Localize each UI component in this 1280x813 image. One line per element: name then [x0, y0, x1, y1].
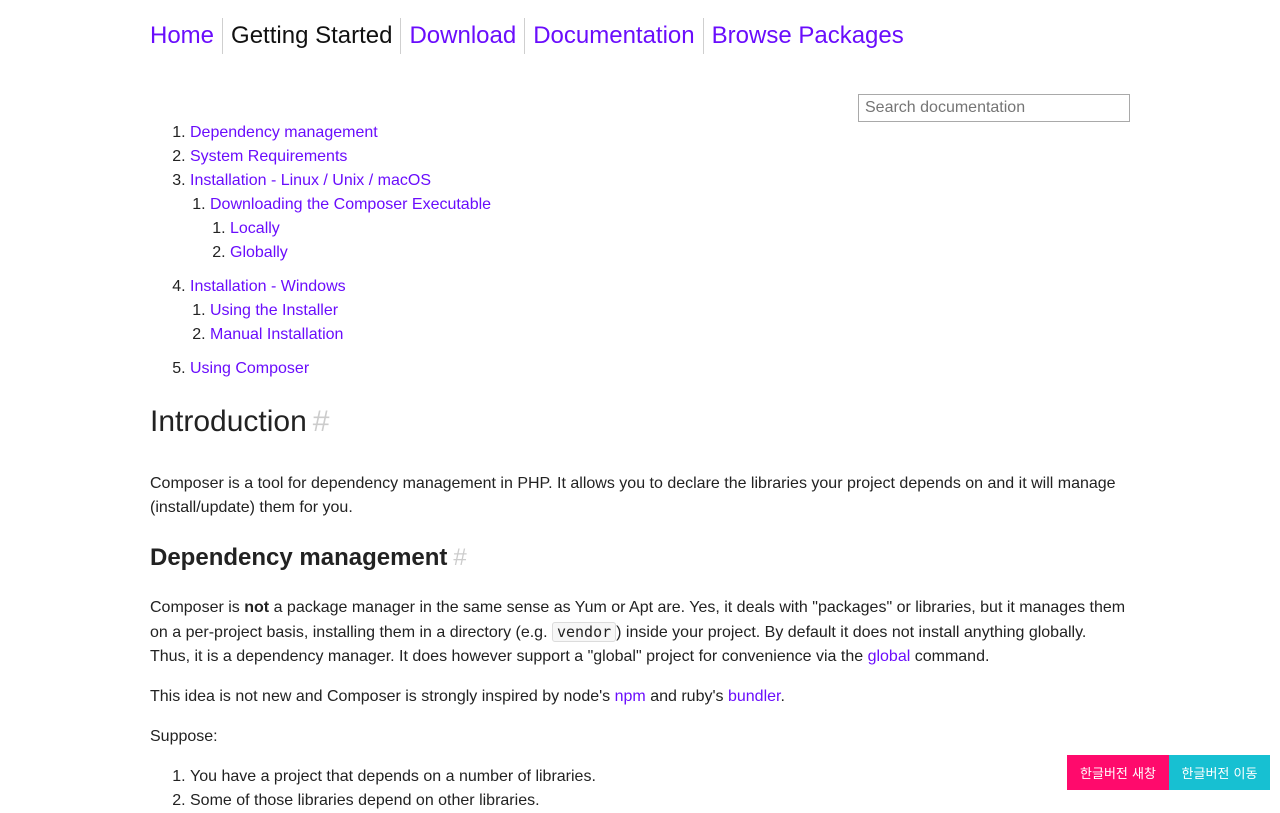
- toc-link-dependency-management[interactable]: Dependency management: [190, 124, 378, 141]
- list-item: You have a project that depends on a num…: [190, 765, 1130, 789]
- introduction-heading: Introduction #: [150, 400, 1130, 444]
- text-run: Composer is: [150, 599, 245, 616]
- toc-item: Using Composer: [190, 357, 830, 381]
- nav-getting-started[interactable]: Getting Started: [222, 18, 400, 54]
- intro-paragraph: Composer is a tool for dependency manage…: [150, 475, 1116, 516]
- bold-not: not: [244, 599, 270, 616]
- toc-item: Manual Installation: [210, 323, 830, 347]
- toc-item: Dependency management: [190, 121, 830, 145]
- toc-link-locally[interactable]: Locally: [230, 220, 280, 237]
- toc-list: Dependency management System Requirement…: [150, 121, 830, 381]
- toc-link-system-requirements[interactable]: System Requirements: [190, 148, 347, 165]
- nav-home[interactable]: Home: [150, 18, 222, 54]
- introduction-anchor-link[interactable]: #: [313, 405, 330, 438]
- toc-link-installation-windows[interactable]: Installation - Windows: [190, 278, 346, 295]
- bundler-link[interactable]: bundler: [728, 688, 781, 705]
- toc-item: Globally: [230, 241, 830, 265]
- introduction-heading-text: Introduction: [150, 405, 307, 438]
- toc-sublist: Locally Globally: [210, 217, 830, 265]
- dependency-management-heading: Dependency management #: [150, 540, 1130, 576]
- dependency-paragraph: Composer is not a package manager in the…: [150, 596, 1130, 669]
- suppose-list: You have a project that depends on a num…: [150, 765, 1130, 813]
- toc-item: Downloading the Composer Executable Loca…: [210, 193, 830, 265]
- nav-download[interactable]: Download: [400, 18, 524, 54]
- code-vendor: vendor: [551, 622, 617, 642]
- toc-sublist: Using the Installer Manual Installation: [190, 299, 830, 347]
- dependency-management-anchor-link[interactable]: #: [453, 544, 466, 571]
- toc-item: Using the Installer: [210, 299, 830, 323]
- top-navigation: Home Getting Started Download Documentat…: [150, 18, 912, 54]
- toc-item: Locally: [230, 217, 830, 241]
- text-run: and ruby's: [645, 688, 728, 705]
- text-run: command.: [910, 648, 990, 665]
- toc-link-manual-installation[interactable]: Manual Installation: [210, 326, 343, 343]
- list-item: Some of those libraries depend on other …: [190, 789, 1130, 813]
- search-input[interactable]: [858, 94, 1130, 122]
- toc-item: Installation - Windows Using the Install…: [190, 275, 830, 347]
- toc-item: Installation - Linux / Unix / macOS Down…: [190, 169, 830, 265]
- toc-sublist: Downloading the Composer Executable Loca…: [190, 193, 830, 265]
- nav-documentation[interactable]: Documentation: [524, 18, 702, 54]
- idea-paragraph: This idea is not new and Composer is str…: [150, 685, 1130, 709]
- toc-link-using-composer[interactable]: Using Composer: [190, 360, 309, 377]
- dependency-management-heading-text: Dependency management: [150, 544, 448, 571]
- global-command-link[interactable]: global: [868, 648, 911, 665]
- toc-link-downloading-executable[interactable]: Downloading the Composer Executable: [210, 196, 491, 213]
- main-content: Introduction # Composer is a tool for dep…: [150, 400, 1130, 813]
- text-run: .: [780, 688, 785, 705]
- suppose-paragraph: Suppose:: [150, 728, 218, 745]
- nav-browse-packages[interactable]: Browse Packages: [702, 18, 912, 54]
- toc-link-installation-linux[interactable]: Installation - Linux / Unix / macOS: [190, 172, 431, 189]
- text-run: This idea is not new and Composer is str…: [150, 688, 615, 705]
- toc-link-using-installer[interactable]: Using the Installer: [210, 302, 338, 319]
- npm-link[interactable]: npm: [615, 688, 646, 705]
- toc-item: System Requirements: [190, 145, 830, 169]
- korean-version-new-window-button[interactable]: 한글버전 새창: [1067, 755, 1169, 790]
- toc-link-globally[interactable]: Globally: [230, 244, 288, 261]
- table-of-contents: Dependency management System Requirement…: [150, 121, 830, 381]
- korean-version-move-button[interactable]: 한글버전 이동: [1169, 755, 1270, 790]
